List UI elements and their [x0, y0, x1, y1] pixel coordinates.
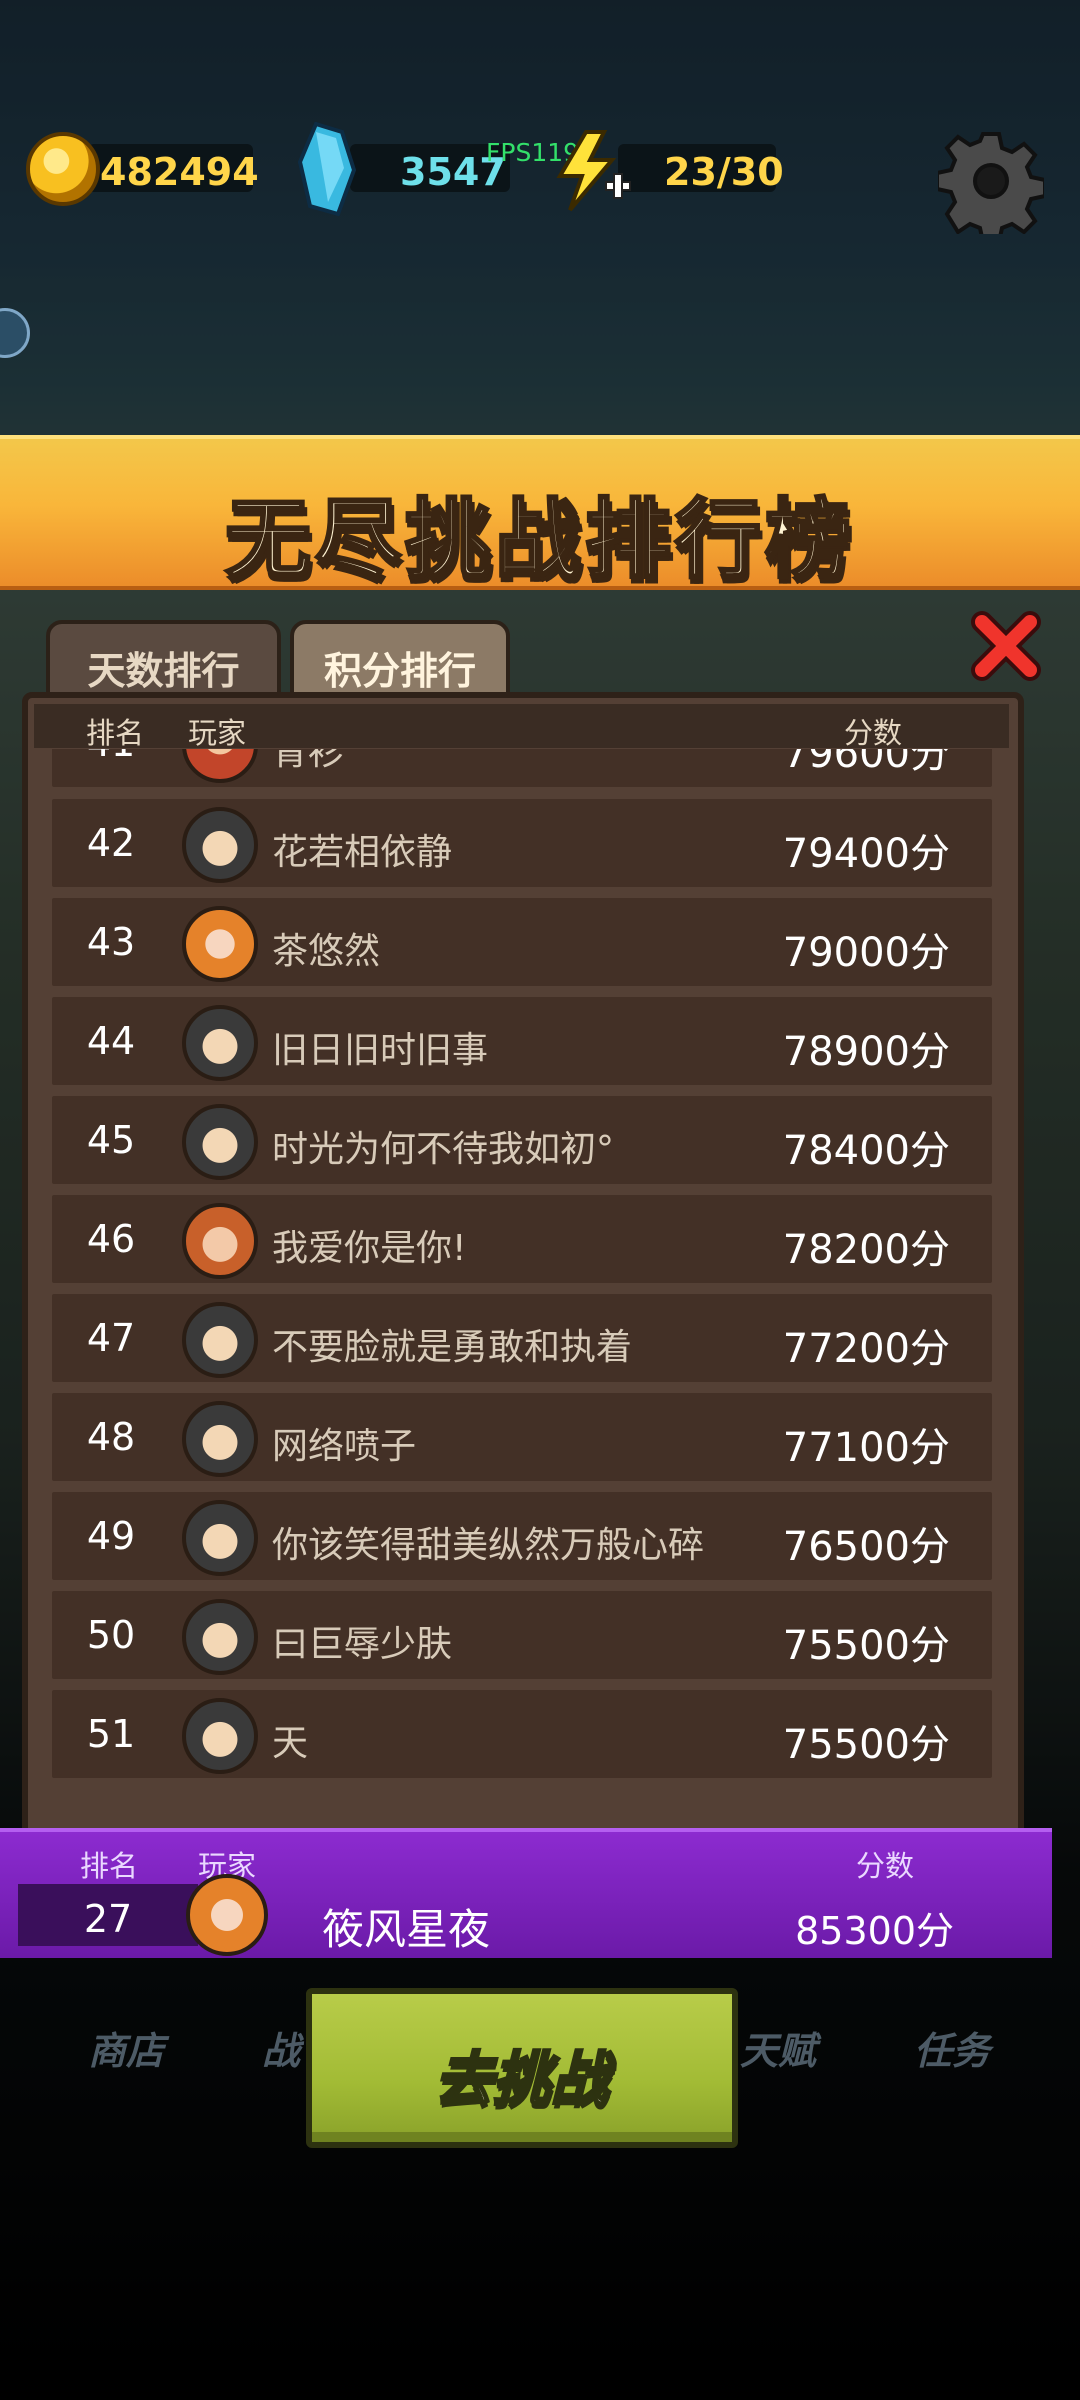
nav-tasks[interactable]: 任务	[914, 2020, 990, 2075]
row-player-name: 青衫	[272, 749, 345, 773]
close-icon[interactable]	[968, 608, 1044, 684]
row-score: 79000分	[782, 930, 950, 976]
avatar	[186, 1874, 268, 1956]
avatar	[182, 749, 258, 783]
side-bubble-button[interactable]	[0, 308, 30, 358]
row-rank: 45	[86, 1118, 136, 1162]
gem-icon	[298, 122, 356, 217]
row-rank: 44	[86, 1019, 136, 1063]
my-header-score: 分数	[856, 1849, 915, 1883]
avatar	[182, 1005, 258, 1081]
avatar	[182, 1104, 258, 1180]
header-score: 分数	[844, 716, 903, 750]
avatar	[182, 1599, 258, 1675]
my-rank: 27	[83, 1897, 133, 1941]
row-rank: 43	[86, 920, 136, 964]
header-rank: 排名	[86, 716, 145, 750]
avatar	[182, 807, 258, 883]
row-score: 79400分	[782, 831, 950, 877]
tab-score-ranking[interactable]: 积分排行	[290, 620, 510, 698]
table-row: 42 花若相依静 79400分	[52, 799, 992, 887]
table-row: 47 不要脸就是勇敢和执着 77200分	[52, 1294, 992, 1382]
row-player-name: 天	[272, 1723, 309, 1764]
row-player-name: 网络喷子	[272, 1426, 417, 1467]
go-challenge-button[interactable]: 去挑战	[306, 1988, 738, 2148]
row-score: 79600分	[782, 749, 950, 777]
energy-count: 23/30	[664, 150, 784, 194]
header-player: 玩家	[188, 716, 247, 750]
row-score: 77200分	[782, 1326, 950, 1372]
row-score: 75500分	[782, 1623, 950, 1669]
row-score: 78400分	[782, 1128, 950, 1174]
row-score: 76500分	[782, 1524, 950, 1570]
row-rank: 42	[86, 821, 136, 865]
my-header-rank: 排名	[80, 1849, 139, 1883]
avatar	[182, 1302, 258, 1378]
nav-talent[interactable]: 天赋	[740, 2020, 816, 2075]
table-row: 45 时光为何不待我如初° 78400分	[52, 1096, 992, 1184]
tab-day-ranking[interactable]: 天数排行	[46, 620, 281, 698]
row-player-name: 茶悠然	[272, 931, 381, 972]
row-rank: 47	[86, 1316, 136, 1360]
row-player-name: 不要脸就是勇敢和执着	[272, 1327, 633, 1368]
avatar	[182, 1203, 258, 1279]
table-row: 50 曰巨辱少肤 75500分	[52, 1591, 992, 1679]
row-player-name: 时光为何不待我如初°	[272, 1129, 615, 1170]
row-player-name: 旧日旧时旧事	[272, 1030, 489, 1071]
tab-label: 天数排行	[87, 649, 240, 693]
settings-gear-icon[interactable]	[938, 128, 1044, 234]
row-player-name: 我爱你是你!	[272, 1228, 467, 1269]
table-row: 49 你该笑得甜美纵然万般心碎 76500分	[52, 1492, 992, 1580]
row-score: 75500分	[782, 1722, 950, 1768]
table-row: 43 茶悠然 79000分	[52, 898, 992, 986]
title-banner: 无尽挑战排行榜	[0, 435, 1080, 592]
row-player-name: 你该笑得甜美纵然万般心碎	[272, 1525, 705, 1566]
nav-shop[interactable]: 商店	[88, 2020, 164, 2075]
coin-count: 482494	[100, 150, 259, 194]
row-player-name: 花若相依静	[272, 832, 453, 873]
table-row: 48 网络喷子 77100分	[52, 1393, 992, 1481]
avatar	[182, 1500, 258, 1576]
avatar	[182, 1698, 258, 1774]
row-rank: 41	[52, 749, 170, 765]
leaderboard-list[interactable]: 41 青衫 79600分 42 花若相依静 79400分 43 茶悠然 7900…	[52, 749, 992, 1789]
row-rank: 46	[86, 1217, 136, 1261]
row-score: 78200分	[782, 1227, 950, 1273]
avatar	[182, 1401, 258, 1477]
my-score: 85300分	[795, 1909, 954, 1953]
go-challenge-label: 去挑战	[433, 2044, 610, 2115]
row-score: 78900分	[782, 1029, 950, 1075]
tab-label: 积分排行	[323, 649, 476, 693]
table-row: 44 旧日旧时旧事 78900分	[52, 997, 992, 1085]
row-rank: 50	[86, 1613, 136, 1657]
leaderboard-title: 无尽挑战排行榜	[224, 489, 855, 592]
avatar	[182, 906, 258, 982]
row-rank: 49	[86, 1514, 136, 1558]
row-score: 77100分	[782, 1425, 950, 1471]
table-row: 46 我爱你是你! 78200分	[52, 1195, 992, 1283]
table-row: 41 青衫 79600分	[52, 749, 992, 787]
table-row: 51 天 75500分	[52, 1690, 992, 1778]
nav-battle[interactable]: 战	[262, 2020, 300, 2075]
energy-plus-icon[interactable]	[552, 130, 632, 212]
row-rank: 51	[86, 1712, 136, 1756]
coin-icon	[26, 132, 100, 206]
row-rank: 48	[86, 1415, 136, 1459]
row-player-name: 曰巨辱少肤	[272, 1624, 453, 1665]
my-player-name: 筱风星夜	[322, 1905, 491, 1954]
